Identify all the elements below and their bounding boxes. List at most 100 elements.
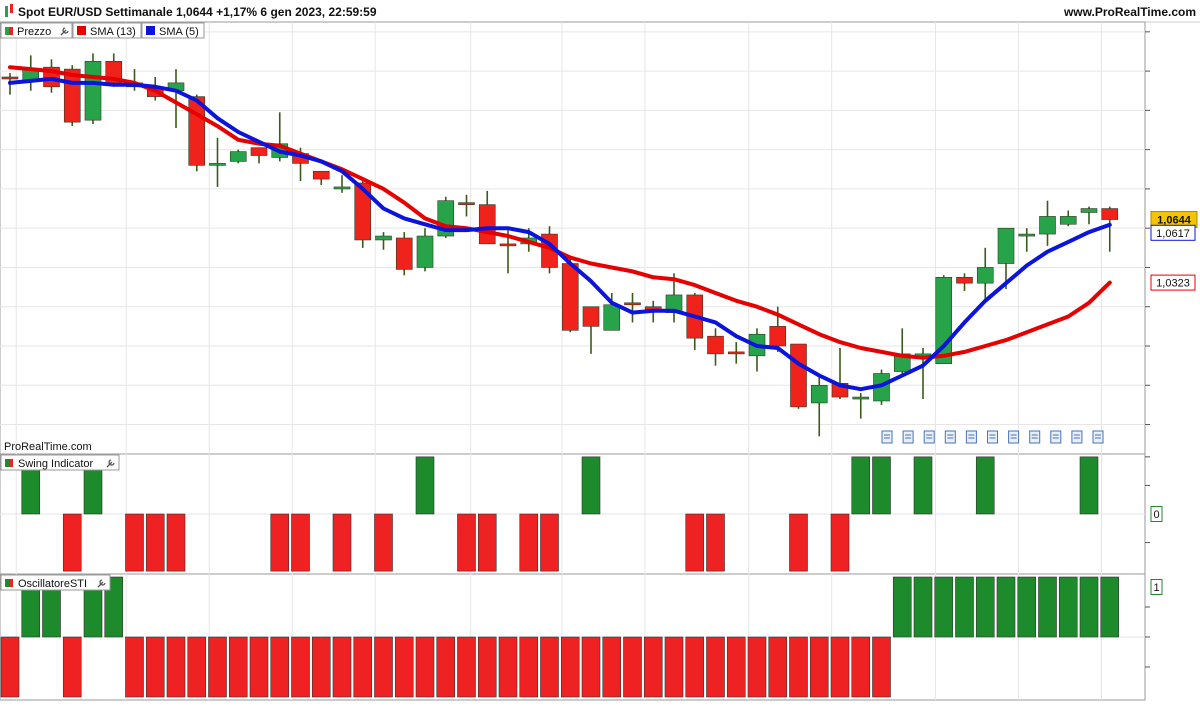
candle-bull [852, 393, 870, 419]
event-doc-icon [881, 430, 893, 444]
legend-osc[interactable]: OscillatoreSTI [0, 574, 111, 591]
osc-bar-down [145, 636, 165, 698]
osc-value-tag: 1 [1150, 579, 1163, 595]
candle-body [561, 263, 579, 331]
osc-bar-up [955, 576, 974, 638]
osc-bar-up [1058, 576, 1078, 638]
candle-body [790, 343, 807, 408]
candle-body [209, 163, 226, 166]
watermark: ProRealTime.com [4, 441, 92, 453]
legend-sma13-label: SMA (13) [90, 26, 136, 38]
candle-body [624, 302, 641, 306]
candle-bear [312, 170, 330, 185]
osc-bar-down [249, 636, 269, 698]
candle-bear [395, 232, 413, 276]
candle-bear [458, 194, 475, 217]
candle-body [84, 60, 102, 121]
event-doc-icon [965, 430, 977, 444]
legend-swing[interactable]: Swing Indicator [0, 454, 120, 471]
candle-body [1101, 208, 1119, 220]
sma5-tag-text: 1,0617 [1156, 228, 1190, 240]
doc-icon-sheet [923, 430, 935, 444]
swing-bar-down [540, 513, 559, 572]
candle-body [769, 326, 787, 347]
osc-bar-up [975, 576, 995, 638]
candle-body [499, 243, 517, 247]
swing-bar-up [415, 456, 435, 515]
sma13-tag-text: 1,0323 [1156, 278, 1190, 290]
swing-bar-down [706, 513, 725, 572]
swing-bar-down [830, 513, 850, 572]
legend-price[interactable]: Prezzo [0, 22, 73, 39]
candle-bear [624, 292, 641, 323]
candle-body [707, 335, 724, 355]
sma5-tag: 1,0617 [1150, 224, 1196, 241]
doc-icon-sheet [1029, 430, 1041, 444]
legend-sma5[interactable]: SMA (5) [141, 22, 205, 39]
doc-icon-sheet [1050, 430, 1062, 444]
osc-bar-down [436, 636, 456, 698]
candle-bull [229, 149, 247, 164]
candle-body [375, 235, 392, 241]
legend-sma5-label: SMA (5) [159, 26, 199, 38]
candle-body [956, 276, 973, 284]
candle-body [1059, 216, 1077, 225]
legend-sma13[interactable]: SMA (13) [72, 22, 142, 39]
osc-bar-up [1017, 576, 1037, 638]
swing-value-tag: 0 [1150, 506, 1163, 522]
event-doc-icon [1029, 430, 1041, 444]
sma5-line [8, 76, 1112, 392]
candle-body [478, 204, 496, 245]
osc-bar-down [187, 636, 207, 698]
price-tag-text: 1,0644 [1157, 215, 1192, 227]
osc-bar-up [1100, 576, 1120, 638]
osc-bar-down [726, 636, 746, 698]
candle-body [1018, 233, 1036, 237]
candle-body [395, 237, 413, 270]
brand-link[interactable]: www.ProRealTime.com [1063, 5, 1196, 19]
candle-body [727, 351, 745, 355]
legend-price-label: Prezzo [17, 26, 51, 38]
candle-body [997, 227, 1015, 264]
osc-bar-down [477, 636, 497, 698]
candle-bull [22, 55, 40, 91]
candle-bull [893, 328, 911, 374]
candle-body [250, 147, 268, 156]
swing-bar-down [166, 513, 186, 572]
candle-bull [1039, 200, 1056, 246]
swing-bar-down [332, 513, 352, 572]
swing-bar-down [62, 513, 82, 572]
doc-icon-sheet [944, 430, 956, 444]
candle-body [1039, 216, 1056, 235]
axis-labels [1145, 31, 1150, 668]
candle-bull [416, 228, 434, 272]
swing-bar-up [872, 456, 891, 515]
osc-bar-down [685, 636, 705, 698]
indicator-icon [5, 459, 13, 467]
osc-bar-down [498, 636, 518, 698]
osc-bar-down [540, 636, 559, 698]
osc-bar-down [872, 636, 891, 698]
osc-bar-down [664, 636, 684, 698]
osc-bar-down [394, 636, 414, 698]
event-doc-icon [902, 430, 914, 444]
candle-body [1, 76, 19, 80]
osc-bar-down [602, 636, 622, 698]
swing-bar-up [975, 456, 995, 515]
candle-bear [582, 306, 600, 354]
osc-bar-down [768, 636, 788, 698]
candle-body [458, 202, 475, 205]
doc-icon-sheet [902, 430, 914, 444]
osc-bar-down [851, 636, 871, 698]
sma5-swatch [146, 26, 155, 35]
swing-bar-down [477, 513, 497, 572]
swing-bar-up [851, 456, 871, 515]
osc-bar-up [913, 576, 933, 638]
candle-bull [209, 137, 226, 187]
candle-bull [1059, 210, 1077, 227]
event-doc-icon [944, 430, 956, 444]
candle-bear [727, 342, 745, 364]
swing-bar-down [291, 513, 310, 572]
legend-swing-label: Swing Indicator [18, 458, 94, 470]
swing-bar-down [457, 513, 476, 572]
